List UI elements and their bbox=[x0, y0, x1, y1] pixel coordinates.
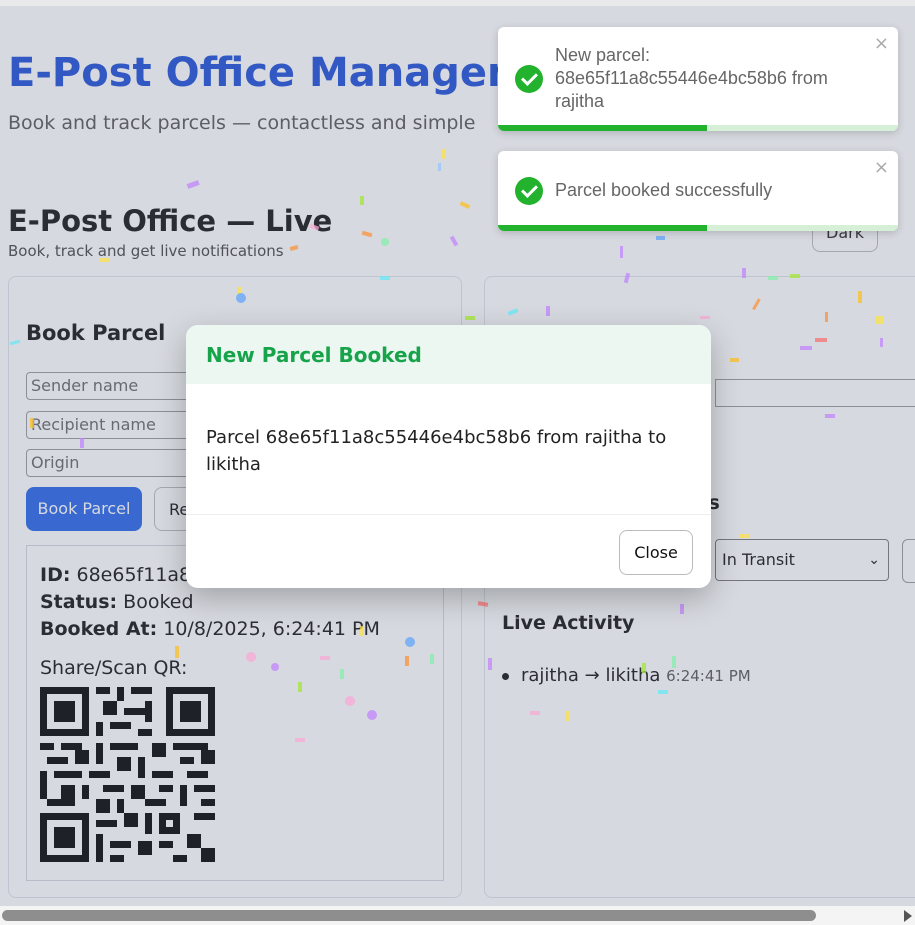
modal-divider bbox=[186, 514, 711, 515]
horizontal-scrollbar[interactable] bbox=[0, 906, 915, 925]
toast-booked-success: Parcel booked successfully × bbox=[498, 151, 898, 231]
toast-progress-bar bbox=[498, 125, 707, 131]
toast-progress-bar bbox=[498, 225, 707, 231]
close-icon[interactable]: × bbox=[874, 33, 889, 54]
toast-new-parcel: New parcel: 68e65f11a8c55446e4bc58b6 fro… bbox=[498, 27, 898, 131]
toast-progress-track bbox=[498, 125, 898, 131]
modal-close-button[interactable]: Close bbox=[619, 530, 693, 575]
toast-message: New parcel: 68e65f11a8c55446e4bc58b6 fro… bbox=[555, 45, 828, 111]
new-parcel-modal: New Parcel Booked Parcel 68e65f11a8c5544… bbox=[186, 325, 711, 588]
toast-message: Parcel booked successfully bbox=[555, 180, 773, 200]
scrollbar-thumb[interactable] bbox=[2, 910, 816, 921]
scroll-right-icon[interactable] bbox=[904, 910, 912, 922]
check-circle-icon bbox=[515, 177, 543, 205]
modal-title: New Parcel Booked bbox=[206, 343, 422, 367]
close-icon[interactable]: × bbox=[874, 157, 889, 178]
toast-progress-track bbox=[498, 225, 898, 231]
check-circle-icon bbox=[515, 65, 543, 93]
modal-body: Parcel 68e65f11a8c55446e4bc58b6 from raj… bbox=[206, 427, 667, 475]
